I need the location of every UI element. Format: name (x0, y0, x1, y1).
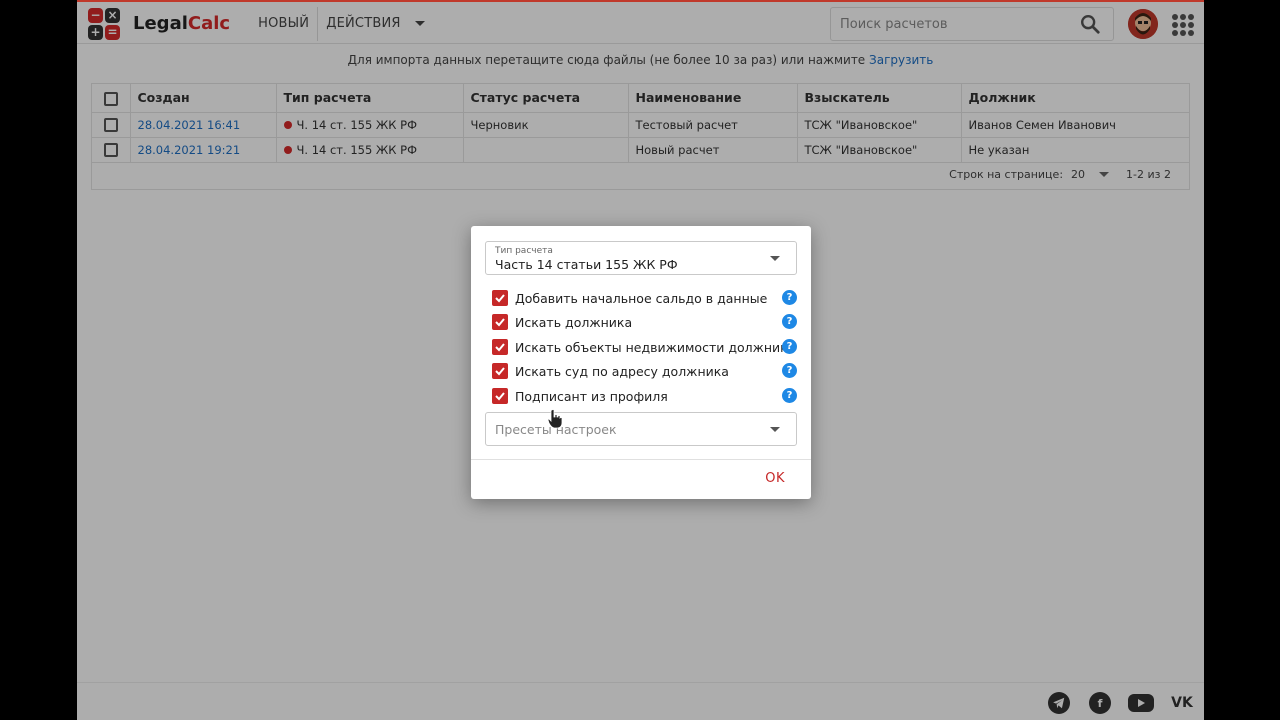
checkbox-checked-icon[interactable] (492, 314, 508, 330)
chevron-down-icon (770, 427, 780, 432)
calculation-settings-dialog: Тип расчета Часть 14 статьи 155 ЖК РФ До… (471, 226, 811, 499)
help-icon[interactable]: ? (782, 363, 797, 378)
dialog-divider (471, 459, 811, 460)
calculation-type-value: Часть 14 статьи 155 ЖК РФ (495, 257, 678, 272)
presets-select[interactable]: Пресеты настроек (485, 412, 797, 446)
app-window: − × + = LegalCalc НОВЫЙ ДЕЙСТВИЯ Поиск р… (77, 0, 1204, 720)
option-label: Искать должника (515, 314, 633, 330)
chevron-down-icon (770, 256, 780, 261)
option-search-court[interactable]: Искать суд по адресу должника ? (492, 361, 797, 381)
help-icon[interactable]: ? (782, 388, 797, 403)
hand-cursor-icon (547, 409, 563, 429)
option-label: Искать объекты недвижимости должника (515, 339, 796, 355)
option-search-debtor[interactable]: Искать должника ? (492, 312, 797, 332)
help-icon[interactable]: ? (782, 290, 797, 305)
option-initial-balance[interactable]: Добавить начальное сальдо в данные ? (492, 288, 797, 308)
option-signer-from-profile[interactable]: Подписант из профиля ? (492, 386, 797, 406)
calculation-type-select[interactable]: Тип расчета Часть 14 статьи 155 ЖК РФ (485, 241, 797, 275)
checkbox-checked-icon[interactable] (492, 388, 508, 404)
option-label: Подписант из профиля (515, 388, 668, 404)
checkbox-checked-icon[interactable] (492, 290, 508, 306)
help-icon[interactable]: ? (782, 339, 797, 354)
option-search-property[interactable]: Искать объекты недвижимости должника ? (492, 337, 797, 357)
checkbox-checked-icon[interactable] (492, 363, 508, 379)
checkbox-checked-icon[interactable] (492, 339, 508, 355)
help-icon[interactable]: ? (782, 314, 797, 329)
option-label: Искать суд по адресу должника (515, 363, 729, 379)
calculation-type-label: Тип расчета (495, 246, 553, 256)
option-label: Добавить начальное сальдо в данные (515, 290, 768, 306)
ok-button[interactable]: OK (765, 471, 785, 486)
